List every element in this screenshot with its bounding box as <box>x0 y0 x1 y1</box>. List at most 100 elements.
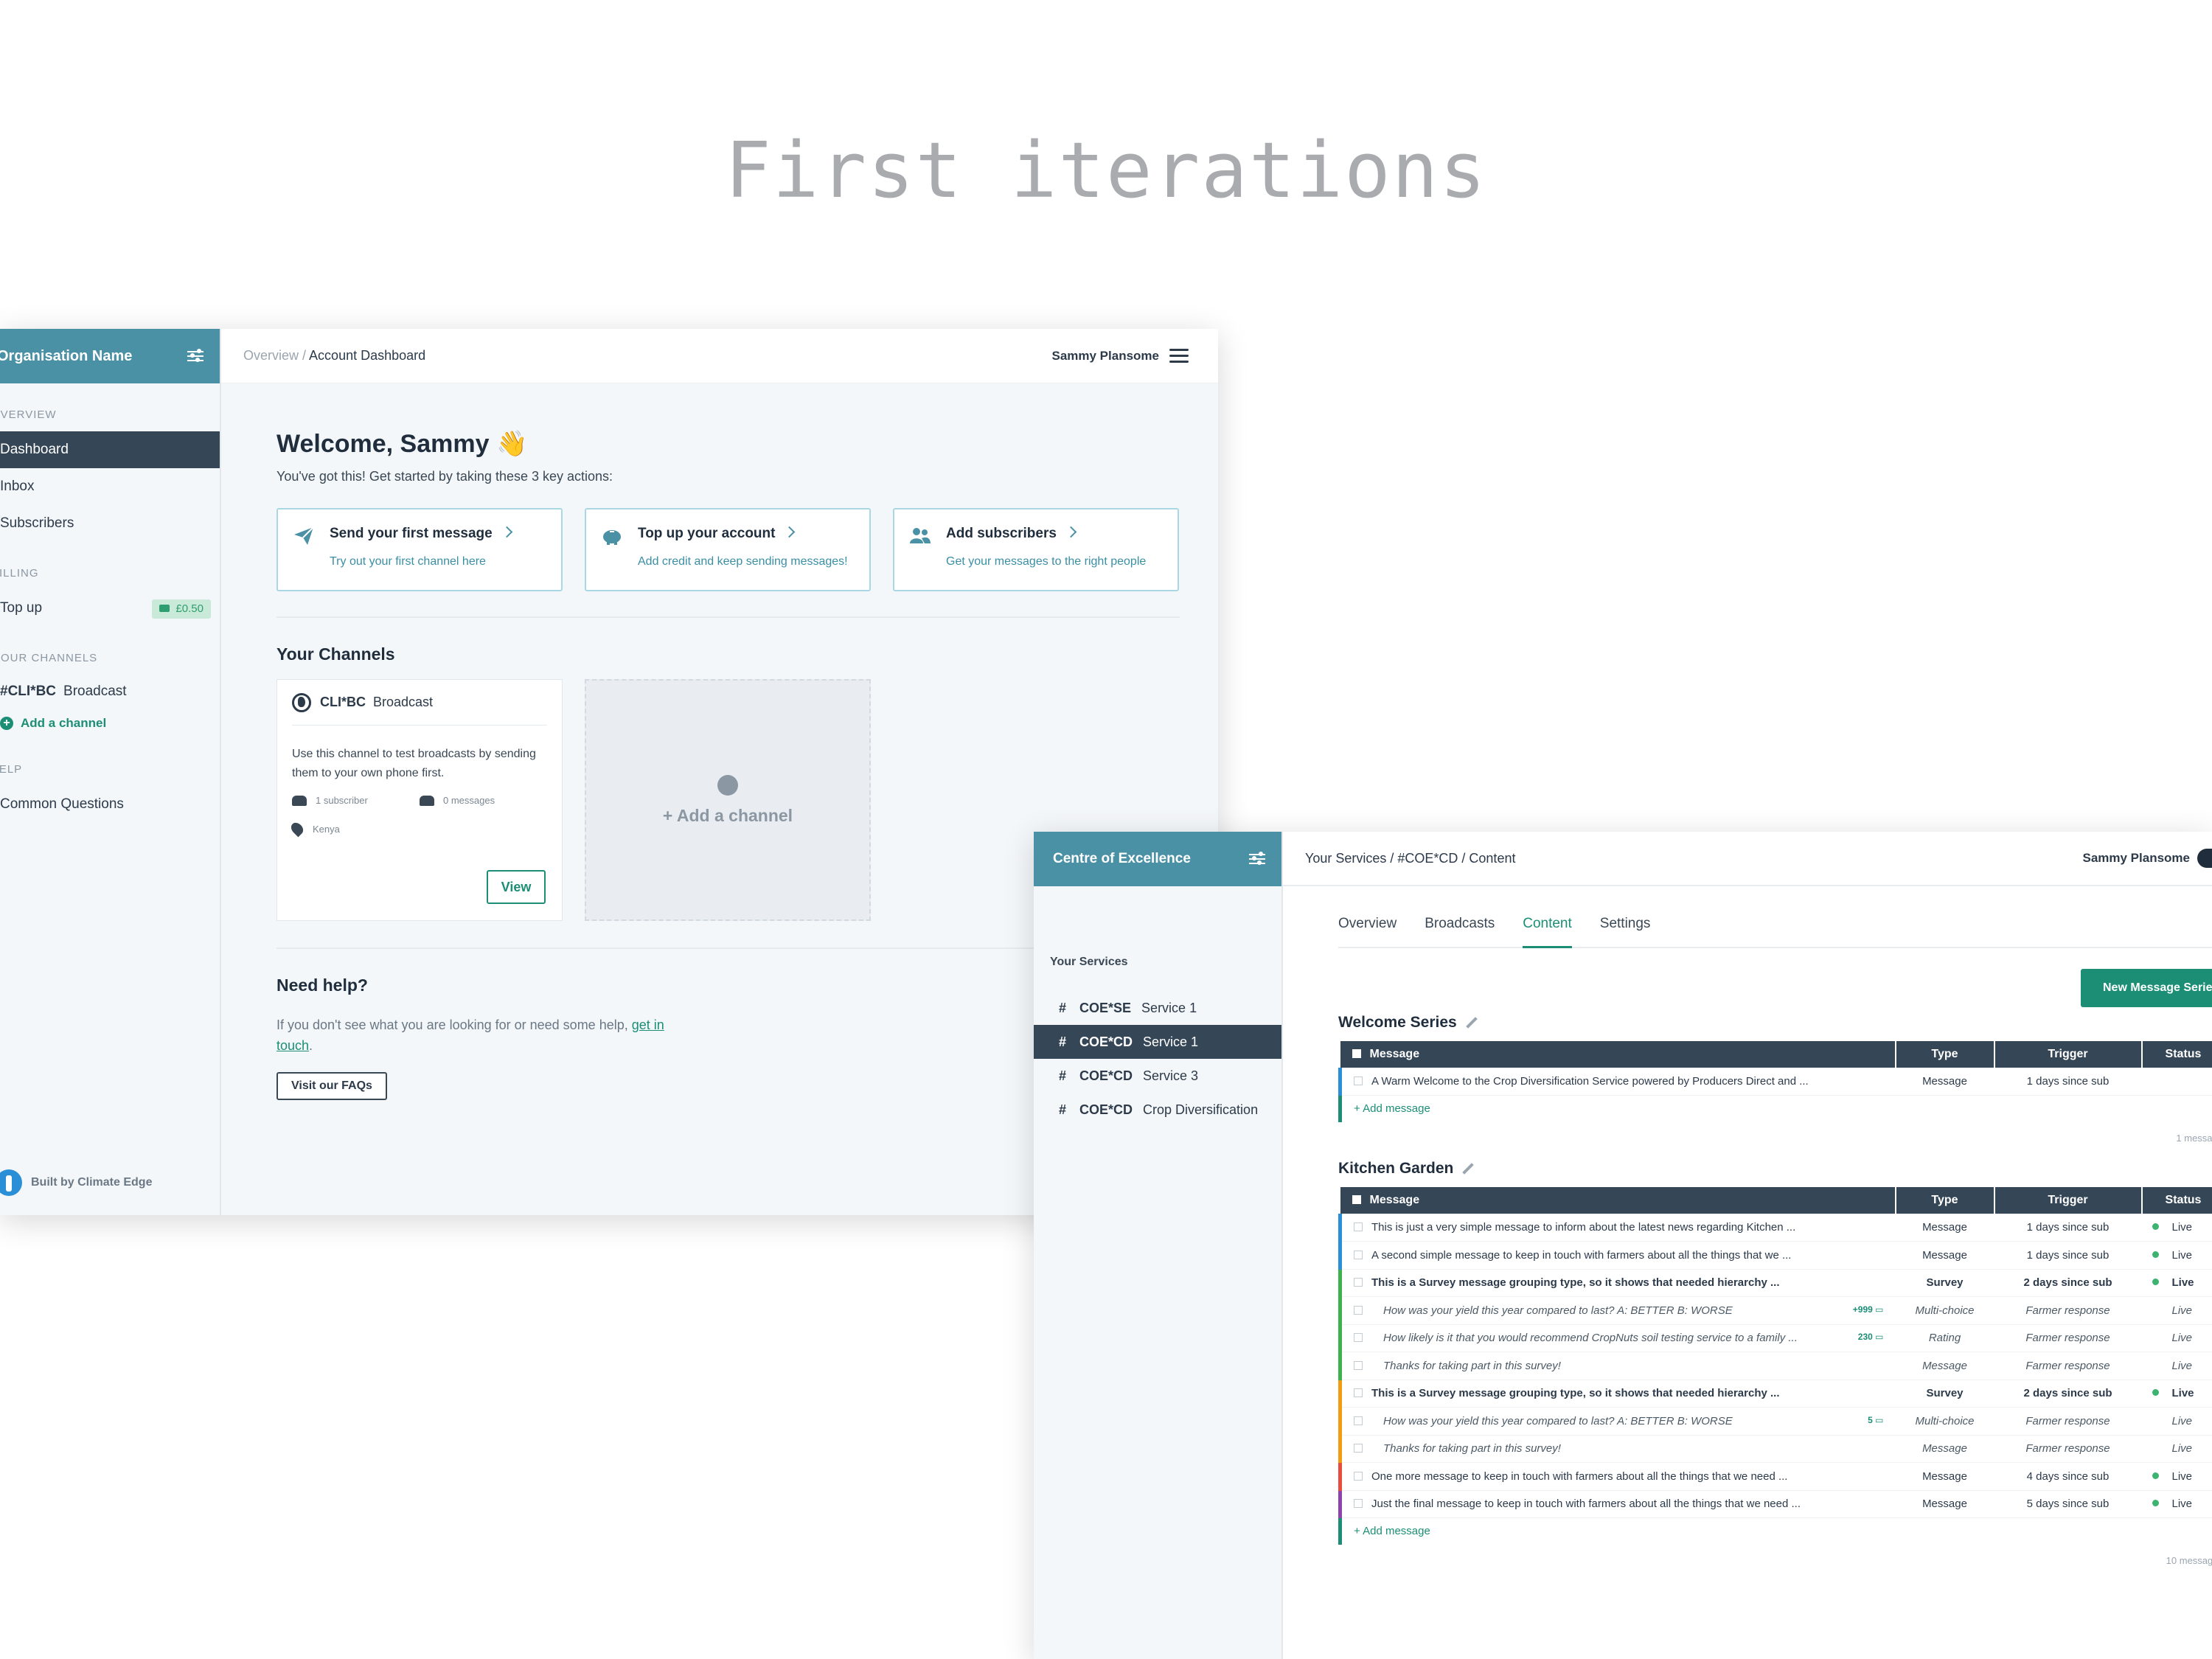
column-header: Trigger <box>1994 1187 2143 1214</box>
select-all-checkbox[interactable] <box>1352 1195 1361 1204</box>
view-channel-button[interactable]: View <box>487 870 546 904</box>
tab-settings[interactable]: Settings <box>1600 905 1651 947</box>
service-item[interactable]: # COE*CD Crop Diversification <box>1034 1093 1281 1127</box>
org-header[interactable]: Centre of Excellence <box>1034 832 1281 886</box>
action-subtitle: Get your messages to the right people <box>946 555 1147 568</box>
message-text: A Warm Welcome to the Crop Diversificati… <box>1371 1075 1809 1088</box>
sidebar-item-top-up[interactable]: Top up £0.50 <box>0 590 220 627</box>
service-code: COE*CD <box>1079 1034 1133 1049</box>
table-row[interactable]: Thanks for taking part in this survey! Me… <box>1338 1352 2212 1380</box>
breadcrumb[interactable]: Your Services / #COE*CD / Content <box>1305 851 1515 866</box>
row-checkbox[interactable] <box>1354 1360 1363 1370</box>
piggy-bank-icon <box>603 530 621 545</box>
row-checkbox[interactable] <box>1354 1444 1363 1453</box>
message-count: 1 message <box>2176 1133 2212 1144</box>
row-checkbox[interactable] <box>1354 1250 1363 1259</box>
add-channel-link[interactable]: + Add a channel <box>0 709 220 738</box>
edit-pencil-icon[interactable] <box>1465 1017 1478 1029</box>
message-cell: Thanks for taking part in this survey! <box>1338 1352 1896 1380</box>
table-row[interactable]: Just the final message to keep in touch … <box>1338 1490 2212 1518</box>
row-checkbox[interactable] <box>1354 1278 1363 1287</box>
service-item[interactable]: # COE*CD Service 1 <box>1034 1025 1281 1059</box>
table-row[interactable]: Thanks for taking part in this survey! Me… <box>1338 1435 2212 1463</box>
status-label: Live <box>2171 1304 2193 1317</box>
type-cell: Multi-choice <box>1895 1407 1994 1436</box>
action-title: Add subscribers <box>946 526 1057 541</box>
user-menu[interactable]: Sammy Plansome <box>1051 348 1189 364</box>
series-title-text: Kitchen Garden <box>1338 1160 1454 1177</box>
built-by[interactable]: Built by Climate Edge <box>0 1169 152 1196</box>
service-item[interactable]: # COE*CD Service 3 <box>1034 1059 1281 1093</box>
tab-content[interactable]: Content <box>1523 905 1572 948</box>
row-checkbox[interactable] <box>1354 1333 1363 1343</box>
action-send-message[interactable]: Send your first message Try out your fir… <box>276 508 563 591</box>
user-menu[interactable]: Sammy Plansome <box>2082 849 2212 868</box>
avatar[interactable] <box>2197 849 2212 868</box>
row-checkbox[interactable] <box>1354 1077 1363 1085</box>
message-text: Thanks for taking part in this survey! <box>1383 1359 1561 1372</box>
table-row[interactable]: This is a Survey message grouping type, … <box>1338 1269 2212 1297</box>
row-checkbox[interactable] <box>1354 1471 1363 1481</box>
trigger-cell: Farmer response <box>1994 1407 2142 1436</box>
row-checkbox[interactable] <box>1354 1499 1363 1509</box>
table-row[interactable]: This is just a very simple message to in… <box>1338 1214 2212 1242</box>
action-add-subscribers[interactable]: Add subscribers Get your messages to the… <box>893 508 1179 591</box>
message-text: A second simple message to keep in touch… <box>1371 1248 1792 1262</box>
message-cell: One more message to keep in touch with f… <box>1338 1462 1896 1491</box>
row-checkbox[interactable] <box>1354 1222 1363 1231</box>
faq-button[interactable]: Visit our FAQs <box>276 1072 387 1100</box>
breadcrumb-root[interactable]: Overview / <box>243 348 306 363</box>
row-checkbox[interactable] <box>1354 1388 1363 1398</box>
status-cell: Live <box>2141 1269 2212 1297</box>
column-header-label: Type <box>1931 1048 1958 1060</box>
page-heading: First iterations <box>725 125 1487 215</box>
row-checkbox[interactable] <box>1354 1305 1363 1315</box>
settings-sliders-icon[interactable] <box>187 348 204 364</box>
table-row[interactable]: One more message to keep in touch with f… <box>1338 1462 2212 1491</box>
live-status-dot <box>2152 1500 2159 1507</box>
tab-overview[interactable]: Overview <box>1338 905 1397 947</box>
table-row[interactable]: A Warm Welcome to the Crop Diversificati… <box>1338 1068 2212 1096</box>
action-top-up[interactable]: Top up your account Add credit and keep … <box>585 508 871 591</box>
menu-icon[interactable] <box>1169 348 1189 364</box>
sidebar-item-common-questions[interactable]: Common Questions <box>0 786 220 823</box>
trigger-cell: 1 days since sub <box>1994 1241 2142 1270</box>
table-row[interactable]: How likely is it that you would recommen… <box>1338 1324 2212 1352</box>
new-message-series-button[interactable]: New Message Series <box>2081 969 2212 1007</box>
map-pin-icon <box>288 820 306 838</box>
table-row[interactable]: A second simple message to keep in touch… <box>1338 1241 2212 1270</box>
status-cell: Live <box>2141 1241 2212 1270</box>
trigger-cell: 5 days since sub <box>1994 1490 2142 1518</box>
channel-description: Use this channel to test broadcasts by s… <box>292 748 536 779</box>
user-name: Sammy Plansome <box>2082 851 2190 865</box>
column-header: Trigger <box>1994 1041 2143 1068</box>
message-text: How likely is it that you would recommen… <box>1383 1332 1798 1345</box>
org-header[interactable]: Organisation Name <box>0 329 220 383</box>
hash-icon: # <box>1059 1001 1067 1015</box>
sidebar-item-dashboard[interactable]: Dashboard <box>0 431 220 468</box>
service-name: Service 3 <box>1143 1068 1199 1083</box>
message-text: Thanks for taking part in this survey! <box>1383 1442 1561 1455</box>
service-item[interactable]: # COE*SE Service 1 <box>1034 991 1281 1025</box>
edit-pencil-icon[interactable] <box>1462 1163 1475 1175</box>
add-message-link[interactable]: + Add message <box>1338 1096 2212 1122</box>
select-all-checkbox[interactable] <box>1352 1049 1361 1058</box>
type-cell: Message <box>1895 1068 1994 1096</box>
sidebar-item-subscribers[interactable]: Subscribers <box>0 505 220 542</box>
table-row[interactable]: This is a Survey message grouping type, … <box>1338 1380 2212 1408</box>
credit-amount: £0.50 <box>175 602 204 615</box>
table-row[interactable]: How was your yield this year compared to… <box>1338 1407 2212 1436</box>
sidebar-item-inbox[interactable]: Inbox <box>0 468 220 505</box>
help-text-body: If you don't see what you are looking fo… <box>276 1018 628 1032</box>
status-cell: Live <box>2141 1462 2212 1491</box>
column-header-label: Trigger <box>2048 1194 2088 1206</box>
tab-broadcasts[interactable]: Broadcasts <box>1425 905 1495 947</box>
add-channel-card[interactable]: + Add a channel <box>585 679 871 921</box>
add-message-link[interactable]: + Add message <box>1338 1518 2212 1545</box>
sidebar-item-channel[interactable]: #CLI*BC Broadcast <box>0 675 220 709</box>
response-count: +999 ▭ <box>1852 1304 1884 1315</box>
row-checkbox[interactable] <box>1354 1416 1363 1425</box>
chat-icon <box>420 795 434 806</box>
settings-sliders-icon[interactable] <box>1249 851 1265 867</box>
table-row[interactable]: How was your yield this year compared to… <box>1338 1296 2212 1325</box>
